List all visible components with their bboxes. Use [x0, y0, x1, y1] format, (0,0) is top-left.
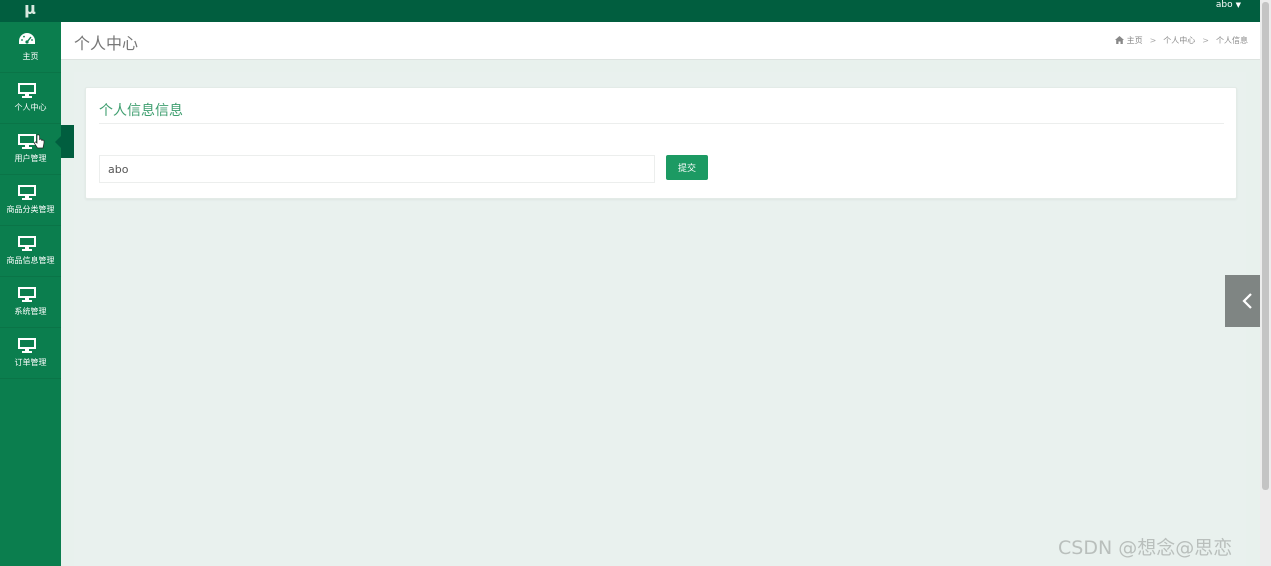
dashboard-icon [19, 33, 35, 44]
user-menu[interactable]: abo ▼ [1216, 0, 1241, 12]
user-name: abo [1215, 0, 1233, 10]
monitor-icon [18, 287, 36, 302]
home-icon [1114, 36, 1124, 44]
sidebar-item-label: 系统管理 [14, 307, 47, 316]
monitor-icon [18, 185, 36, 200]
scrollbar-thumb[interactable] [1262, 2, 1269, 490]
sidebar-item-label: 主页 [22, 52, 39, 61]
card-divider [99, 123, 1224, 124]
sidebar-item-product-management[interactable]: 商品信息管理 [0, 226, 61, 277]
page-header: 个人中心 主页 > 个人中心 > 个人信息 [61, 22, 1260, 60]
sidebar-item-label: 商品分类管理 [6, 205, 55, 214]
sidebar: 主页 个人中心 用户管理 商品分类管理 商品信息管理 系统管理 订单管理 [0, 22, 61, 566]
page-title: 个人中心 [74, 34, 139, 53]
monitor-icon [18, 83, 36, 98]
monitor-icon [18, 236, 36, 251]
sidebar-item-label: 用户管理 [14, 154, 47, 163]
sidebar-item-label: 商品信息管理 [6, 256, 55, 265]
logo[interactable]: μ [0, 0, 60, 22]
hand-cursor-icon [33, 134, 45, 149]
card-title: 个人信息信息 [99, 103, 183, 119]
caret-down-icon: ▼ [1235, 1, 1241, 9]
watermark: CSDN @想念@思恋 [1058, 537, 1233, 559]
sidebar-item-personal-center[interactable]: 个人中心 [0, 73, 61, 124]
sidebar-item-label: 个人中心 [14, 103, 47, 112]
top-bar: μ abo ▼ [0, 0, 1271, 22]
sidebar-item-home[interactable]: 主页 [0, 22, 61, 73]
breadcrumb-item-home[interactable]: 主页 [1127, 36, 1143, 45]
sidebar-item-system-management[interactable]: 系统管理 [0, 277, 61, 328]
sidebar-item-order-management[interactable]: 订单管理 [0, 328, 61, 379]
personal-info-card: 个人信息信息 提交 [85, 87, 1237, 199]
breadcrumb-separator-icon: > [1149, 36, 1157, 45]
username-input[interactable] [99, 155, 655, 183]
submit-button[interactable]: 提交 [666, 155, 708, 180]
breadcrumb-item-personal-center[interactable]: 个人中心 [1163, 36, 1195, 45]
chevron-left-icon [1242, 293, 1252, 309]
breadcrumb-separator-icon: > [1202, 36, 1209, 45]
sidebar-item-label: 订单管理 [14, 358, 47, 367]
sidebar-item-category-management[interactable]: 商品分类管理 [0, 175, 61, 226]
vertical-scrollbar[interactable] [1260, 0, 1271, 566]
breadcrumb: 主页 > 个人中心 > 个人信息 [1114, 35, 1248, 46]
monitor-icon [18, 338, 36, 353]
breadcrumb-item-personal-info: 个人信息 [1216, 36, 1248, 45]
sidebar-item-user-management[interactable]: 用户管理 [0, 124, 61, 175]
